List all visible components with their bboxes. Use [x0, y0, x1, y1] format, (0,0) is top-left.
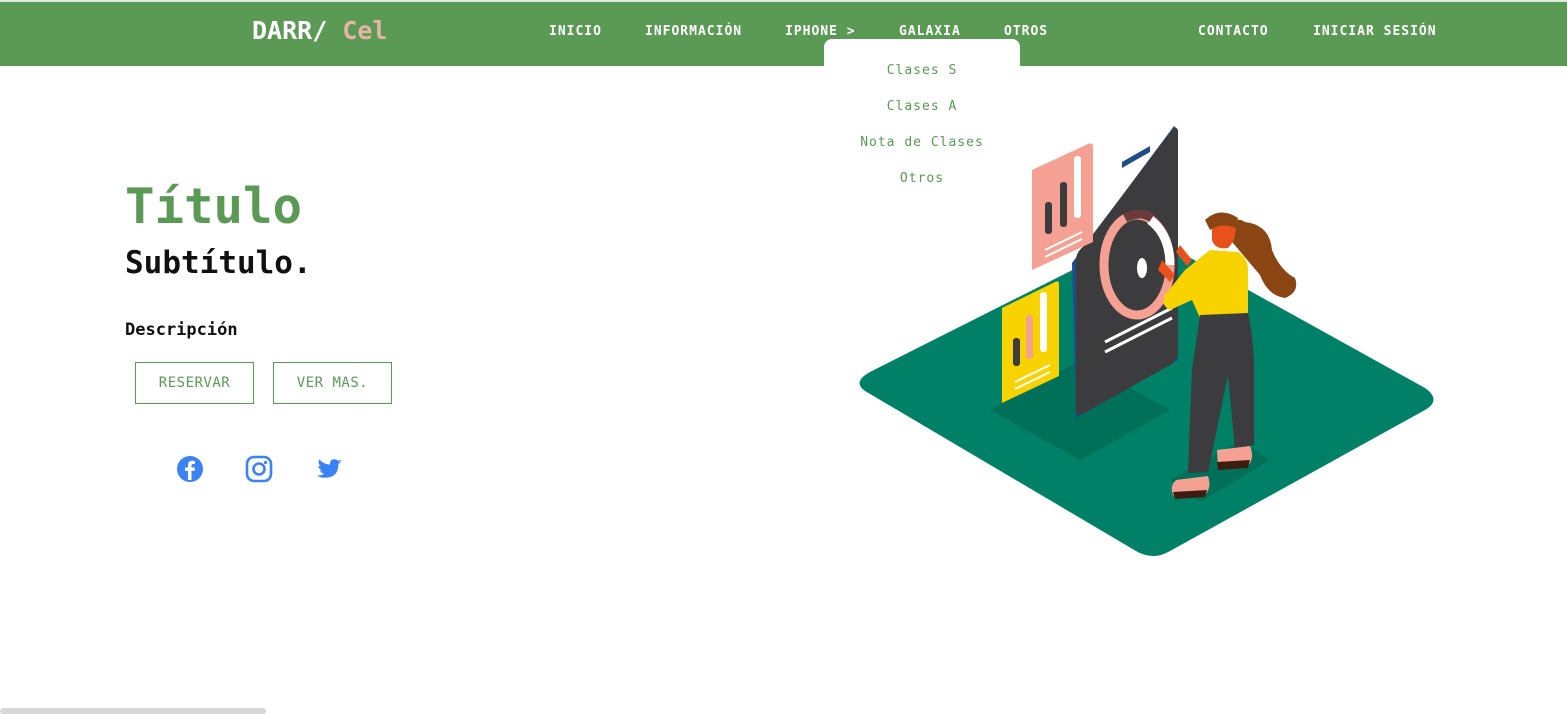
illustration-bar [1026, 315, 1033, 359]
illustration-bar [1040, 292, 1047, 352]
facebook-icon[interactable] [175, 454, 205, 484]
nav-informacion[interactable]: INFORMACIÓN [645, 24, 742, 39]
dropdown-item-nota-de-clases[interactable]: Nota de Clases [824, 135, 1020, 150]
illustration-bar [1013, 338, 1020, 366]
brand-logo[interactable]: DARR/ Cel [252, 16, 387, 45]
iphone-dropdown-menu: Clases S Clases A Nota de Clases Otros [824, 39, 1020, 199]
see-more-button[interactable]: VER MAS. [273, 362, 392, 404]
hero-description: Descripción [125, 320, 238, 340]
illustration-donut-center [1137, 258, 1147, 278]
reserve-button[interactable]: RESERVAR [135, 362, 254, 404]
illustration-donut-segment [1122, 209, 1155, 223]
nav-contacto[interactable]: CONTACTO [1198, 24, 1269, 39]
nav-otros[interactable]: OTROS [1004, 24, 1048, 39]
illustration-bar [1060, 182, 1067, 227]
top-navbar: DARR/ Cel INICIO INFORMACIÓN IPHONE > GA… [0, 0, 1567, 66]
illustration-bar [1074, 156, 1081, 218]
dropdown-item-clases-s[interactable]: Clases S [824, 63, 1020, 78]
horizontal-scrollbar[interactable] [0, 708, 266, 714]
nav-inicio[interactable]: INICIO [549, 24, 602, 39]
twitter-icon[interactable] [314, 454, 344, 484]
nav-iphone[interactable]: IPHONE > [785, 24, 856, 39]
nav-iniciar-sesion[interactable]: INICIAR SESIÓN [1313, 24, 1437, 39]
dropdown-item-clases-a[interactable]: Clases A [824, 99, 1020, 114]
brand-accent: Cel [342, 16, 388, 45]
illustration-bar [1045, 202, 1052, 234]
brand-main: DARR/ [252, 16, 328, 45]
dropdown-item-otros[interactable]: Otros [824, 171, 1020, 186]
hero-subtitle: Subtítulo. [125, 245, 312, 281]
nav-galaxia[interactable]: GALAXIA [899, 24, 961, 39]
instagram-icon[interactable] [244, 454, 274, 484]
hero-title: Título [125, 178, 303, 235]
